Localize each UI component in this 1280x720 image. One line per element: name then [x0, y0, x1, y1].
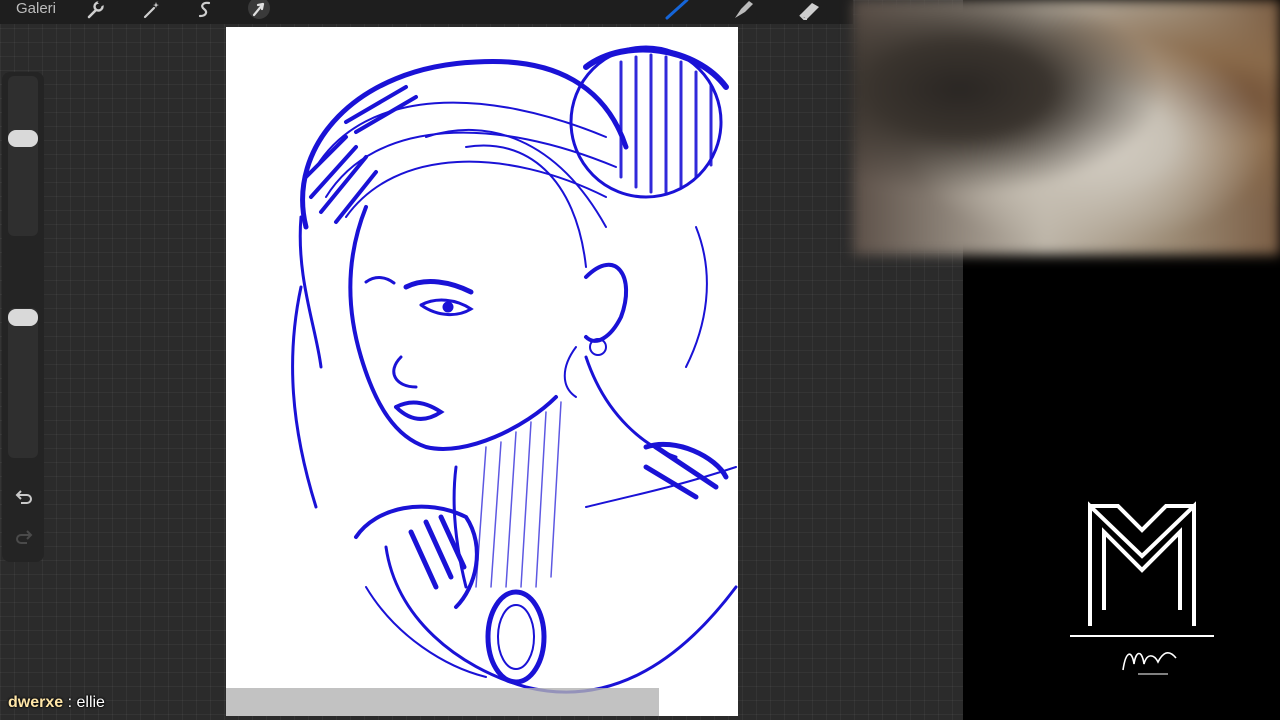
brush-icon[interactable] — [664, 0, 690, 20]
left-sidebar — [2, 72, 44, 562]
streamer-logo — [1068, 498, 1216, 688]
smudge-finger-icon[interactable] — [730, 0, 756, 20]
brush-size-slider[interactable] — [8, 76, 38, 236]
gallery-button[interactable]: Galeri — [16, 0, 56, 18]
portrait-sketch — [291, 45, 738, 694]
wrench-icon[interactable] — [84, 0, 106, 20]
drawing-canvas[interactable] — [226, 27, 738, 716]
chat-separator: : — [63, 694, 77, 711]
top-toolbar: Galeri — [0, 0, 853, 24]
chat-text: ellie — [76, 694, 105, 711]
magic-wand-icon[interactable] — [140, 0, 162, 20]
chat-message: dwerxe : ellie — [8, 694, 105, 712]
brush-size-thumb[interactable] — [8, 130, 38, 147]
canvas-bottom-overlay — [226, 688, 659, 716]
selection-s-icon[interactable] — [194, 0, 216, 20]
undo-arrow-icon[interactable] — [12, 488, 36, 508]
webcam-feed — [853, 0, 1280, 255]
arrow-cursor-icon[interactable] — [246, 0, 272, 20]
opacity-thumb[interactable] — [8, 309, 38, 326]
redo-arrow-icon[interactable] — [12, 528, 36, 548]
opacity-slider[interactable] — [8, 308, 38, 458]
chat-username: dwerxe — [8, 694, 64, 711]
eraser-icon[interactable] — [796, 0, 822, 20]
